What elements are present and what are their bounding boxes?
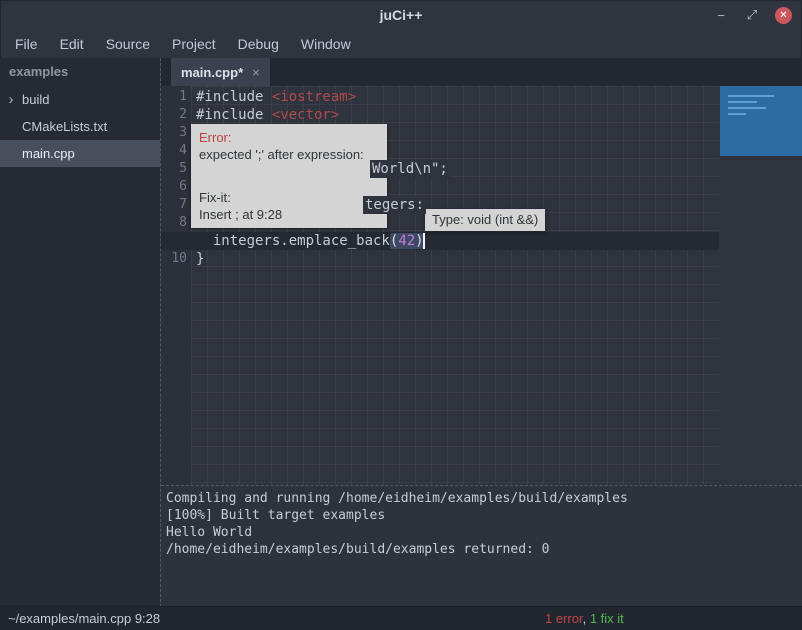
main-panel: main.cpp* × 1 2 3 4 5 6 7 8 9 10 [160,58,802,607]
line-number: 10 [162,250,187,268]
terminal-line: /home/eidheim/examples/build/examples re… [166,541,802,558]
tree-item-build[interactable]: › build [0,86,160,113]
minimap-line [728,113,746,115]
maximize-button[interactable]: ⤢ [744,7,760,23]
menubar: File Edit Source Project Debug Window [0,30,802,58]
line-number: 6 [162,178,187,196]
preprocessor-token: #include [196,107,272,123]
code-line-10: } [196,250,204,268]
preprocessor-token: #include [196,89,272,105]
tree-item-label: build [22,92,49,107]
project-name: examples [0,58,160,86]
number-token: 42 [398,233,415,249]
terminal-line: Compiling and running /home/eidheim/exam… [166,490,802,507]
line-number: 7 [162,196,187,214]
fixit-count: 1 fix it [590,611,624,626]
line-number: 5 [162,160,187,178]
close-button[interactable]: ✕ [775,7,792,24]
tab-label: main.cpp* [181,65,243,80]
titlebar: juCi++ − ⤢ ✕ [0,0,802,30]
header-token: <iostream> [272,89,356,105]
minimap-line [728,101,757,103]
type-tooltip: Type: void (int &&) [425,209,545,231]
tree-item-label: CMakeLists.txt [22,119,107,134]
code-fragment-line7: tegers: [363,196,426,214]
menu-item-project[interactable]: Project [161,32,227,56]
tree-item-label: main.cpp [22,146,75,161]
code-fragment-line5: World\n"; [370,160,450,178]
line-number-gutter: 1 2 3 4 5 6 7 8 9 10 [161,86,191,485]
menu-item-edit[interactable]: Edit [49,32,95,56]
file-tree-panel: examples › build CMakeLists.txt main.cpp [0,58,160,607]
tab-close-icon[interactable]: × [252,65,260,80]
bracket-match-highlight: (42) [390,233,424,249]
editor-pane: 1 2 3 4 5 6 7 8 9 10 #include <iostream>… [161,86,802,485]
code-token: integers.emplace_back [196,233,390,249]
menu-item-debug[interactable]: Debug [227,32,290,56]
minimap[interactable] [720,86,802,156]
window-controls: − ⤢ ✕ [713,0,792,30]
cursor-location: ~/examples/main.cpp 9:28 [0,611,160,626]
body: examples › build CMakeLists.txt main.cpp… [0,58,802,607]
minimize-button[interactable]: − [713,8,729,23]
code-line-1: #include <iostream> [196,88,356,106]
code-line-2: #include <vector> [196,106,339,124]
tree-item-maincpp[interactable]: main.cpp [0,140,160,167]
line-number: 2 [162,106,187,124]
error-count: 1 error [545,611,583,626]
tree-item-cmakelists[interactable]: CMakeLists.txt [0,113,160,140]
app-window: juCi++ − ⤢ ✕ File Edit Source Project De… [0,0,802,630]
line-number: 8 [162,214,187,232]
diagnostics-summary[interactable]: 1 error, 1 fix it [545,611,624,626]
fixit-message: Insert ; at 9:28 [199,206,379,223]
minimap-line [728,107,766,109]
menu-item-file[interactable]: File [4,32,49,56]
statusbar: ~/examples/main.cpp 9:28 1 error, 1 fix … [0,606,802,630]
chevron-right-icon[interactable]: › [0,86,22,113]
fixit-label: Fix-it: [199,189,379,206]
terminal-line: [100%] Built target examples [166,507,802,524]
error-label: Error: [199,129,379,146]
code-line-9: integers.emplace_back(42) [196,232,424,250]
line-number: 3 [162,124,187,142]
terminal-line: Hello World [166,524,802,541]
tabbar: main.cpp* × [161,58,802,86]
tab-maincpp[interactable]: main.cpp* × [171,58,270,86]
diagnostics-separator: , [583,611,590,626]
header-token: <vector> [272,107,339,123]
line-number: 4 [162,142,187,160]
line-number: 1 [162,88,187,106]
menu-item-window[interactable]: Window [290,32,362,56]
terminal-output[interactable]: Compiling and running /home/eidheim/exam… [161,485,802,607]
text-cursor [423,233,425,249]
error-message: expected ';' after expression: [199,146,379,163]
window-title: juCi++ [380,7,423,23]
menu-item-source[interactable]: Source [95,32,161,56]
minimap-line [728,95,774,97]
tooltip-gap [199,163,379,189]
diagnostic-tooltip: Error: expected ';' after expression: Fi… [191,124,387,228]
